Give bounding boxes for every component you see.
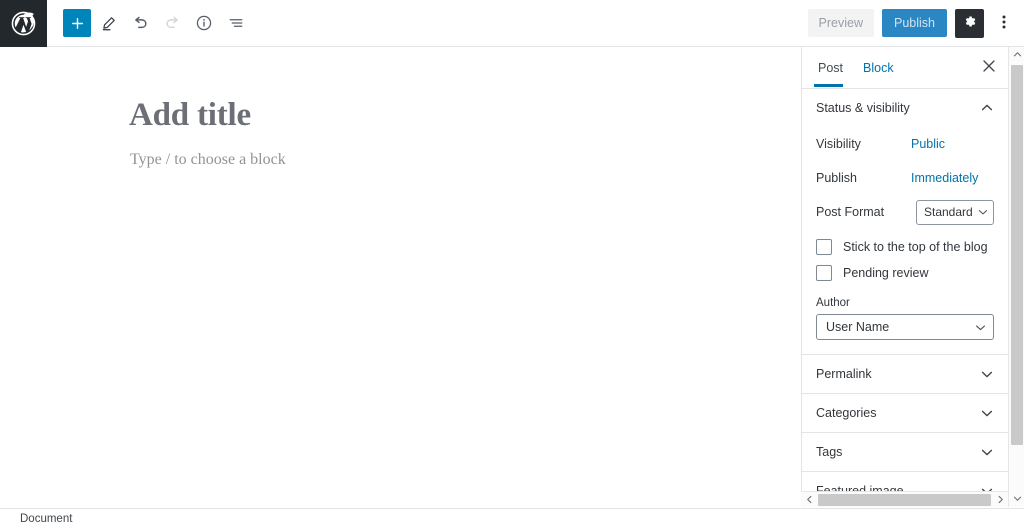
toolbar-tool-group bbox=[63, 8, 251, 38]
sticky-post-checkbox-row[interactable]: Stick to the top of the blog bbox=[816, 239, 994, 255]
author-selected-value: User Name bbox=[826, 320, 890, 334]
sidebar-horizontal-scrollbar[interactable] bbox=[801, 491, 1008, 507]
visibility-label: Visibility bbox=[816, 137, 861, 151]
chevron-down-icon bbox=[980, 445, 994, 459]
publish-date-label: Publish bbox=[816, 171, 857, 185]
panel-categories-header[interactable]: Categories bbox=[802, 394, 1008, 432]
more-options-button[interactable] bbox=[992, 9, 1016, 38]
scroll-thumb[interactable] bbox=[818, 493, 991, 506]
panel-permalink: Permalink bbox=[802, 355, 1008, 394]
publish-date-row: Publish Immediately bbox=[816, 161, 994, 195]
kebab-menu-icon bbox=[1002, 14, 1006, 33]
scroll-up-button[interactable] bbox=[1009, 47, 1024, 63]
panel-status-visibility-body: Visibility Public Publish Immediately Po… bbox=[802, 127, 1008, 354]
chevron-right-icon bbox=[996, 491, 1005, 509]
panel-tags: Tags bbox=[802, 433, 1008, 472]
panel-status-visibility-header[interactable]: Status & visibility bbox=[802, 89, 1008, 127]
scroll-thumb[interactable] bbox=[1011, 65, 1023, 445]
add-block-button[interactable] bbox=[63, 9, 91, 37]
document-breadcrumb[interactable]: Document bbox=[0, 513, 72, 525]
scroll-down-button[interactable] bbox=[1009, 491, 1024, 507]
sticky-post-label: Stick to the top of the blog bbox=[843, 240, 988, 254]
undo-button[interactable] bbox=[125, 8, 155, 38]
info-icon bbox=[195, 14, 213, 32]
settings-button[interactable] bbox=[955, 8, 984, 38]
wordpress-block-editor: Preview Publish Add title Type / to choo… bbox=[0, 0, 1024, 529]
edit-mode-button[interactable] bbox=[93, 8, 123, 38]
chevron-left-icon bbox=[805, 491, 814, 509]
visibility-value-button[interactable]: Public bbox=[911, 137, 945, 151]
tab-post[interactable]: Post bbox=[814, 49, 853, 87]
post-format-select-wrap: Standard bbox=[916, 199, 994, 225]
chevron-down-icon bbox=[980, 367, 994, 381]
preview-button[interactable]: Preview bbox=[807, 9, 874, 37]
details-button[interactable] bbox=[189, 8, 219, 38]
redo-icon bbox=[163, 14, 182, 33]
pending-review-checkbox-row[interactable]: Pending review bbox=[816, 265, 994, 281]
editor-canvas[interactable]: Add title Type / to choose a block bbox=[0, 47, 800, 507]
chevron-down-icon bbox=[1013, 490, 1022, 508]
author-select[interactable]: User Name bbox=[816, 314, 994, 340]
gear-icon bbox=[962, 14, 977, 32]
sidebar-tablist: Post Block bbox=[802, 47, 1008, 89]
chevron-up-icon bbox=[980, 101, 994, 115]
sticky-post-checkbox[interactable] bbox=[816, 239, 832, 255]
chevron-down-icon bbox=[977, 206, 989, 218]
pending-review-label: Pending review bbox=[843, 266, 929, 280]
post-format-label: Post Format bbox=[816, 205, 885, 219]
panel-title: Categories bbox=[816, 406, 877, 420]
editor-status-bar: Document bbox=[0, 508, 1024, 529]
visibility-row: Visibility Public bbox=[816, 127, 994, 161]
panel-categories: Categories bbox=[802, 394, 1008, 433]
sidebar-vertical-scrollbar[interactable] bbox=[1008, 47, 1024, 507]
panel-permalink-header[interactable]: Permalink bbox=[802, 355, 1008, 393]
panel-tags-header[interactable]: Tags bbox=[802, 433, 1008, 471]
post-format-select[interactable]: Standard bbox=[916, 199, 994, 225]
toolbar-actions: Preview Publish bbox=[807, 8, 1024, 38]
close-icon bbox=[983, 60, 995, 75]
post-format-selected-value: Standard bbox=[924, 205, 973, 219]
panel-title: Status & visibility bbox=[816, 101, 910, 115]
undo-icon bbox=[131, 14, 150, 33]
tab-block[interactable]: Block bbox=[853, 49, 904, 86]
list-view-icon bbox=[227, 14, 245, 32]
block-appender-input[interactable]: Type / to choose a block bbox=[130, 151, 286, 169]
close-sidebar-button[interactable] bbox=[978, 57, 1000, 79]
wordpress-logo-icon[interactable] bbox=[0, 0, 47, 47]
post-title-input[interactable]: Add title bbox=[129, 97, 251, 134]
author-label: Author bbox=[816, 297, 850, 309]
chevron-down-icon bbox=[974, 321, 987, 334]
redo-button[interactable] bbox=[157, 8, 187, 38]
settings-sidebar: Post Block Status & visibility Visibilit… bbox=[801, 47, 1008, 507]
panel-title: Tags bbox=[816, 445, 843, 459]
publish-date-value-button[interactable]: Immediately bbox=[911, 171, 978, 185]
chevron-up-icon bbox=[1013, 46, 1022, 64]
panel-status-visibility: Status & visibility Visibility Public Pu… bbox=[802, 89, 1008, 355]
publish-button[interactable]: Publish bbox=[882, 9, 947, 37]
editor-toolbar: Preview Publish bbox=[0, 0, 1024, 47]
chevron-down-icon bbox=[980, 406, 994, 420]
pending-review-checkbox[interactable] bbox=[816, 265, 832, 281]
post-format-row: Post Format Standard bbox=[816, 195, 994, 229]
list-view-button[interactable] bbox=[221, 8, 251, 38]
scroll-left-button[interactable] bbox=[801, 492, 817, 508]
plus-icon bbox=[70, 16, 85, 31]
pencil-icon bbox=[100, 15, 117, 32]
scroll-right-button[interactable] bbox=[992, 492, 1008, 508]
panel-title: Permalink bbox=[816, 367, 872, 381]
